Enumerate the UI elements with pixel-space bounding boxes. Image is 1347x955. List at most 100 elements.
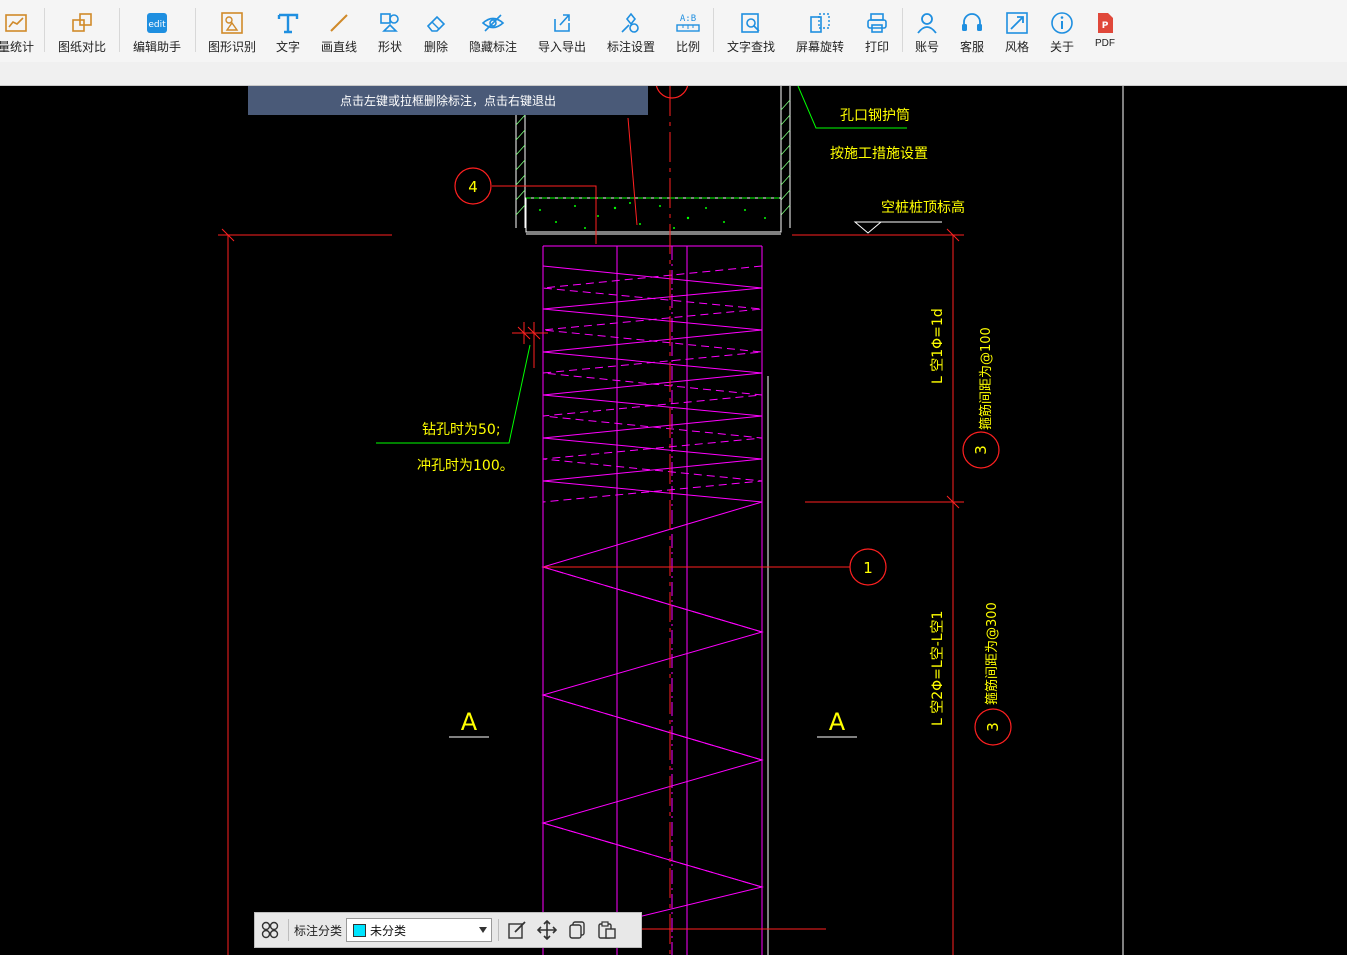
tb-about-button[interactable]: 关于 bbox=[1043, 0, 1081, 58]
drawing-canvas[interactable]: 4 1 3 3 孔口钢护筒 按施工措施设置 空桩桩顶标高 钻孔时为50; 冲孔时… bbox=[0, 86, 1347, 955]
tb-scale-button[interactable]: A:B 比例 bbox=[668, 0, 708, 58]
tb-delete-button[interactable]: 删除 bbox=[416, 0, 456, 58]
tb-text-button[interactable]: 文字 bbox=[268, 0, 308, 58]
drill-note-1: 钻孔时为50; bbox=[422, 422, 501, 438]
svg-text:A:B: A:B bbox=[680, 14, 696, 24]
tb-account-button[interactable]: 账号 bbox=[908, 0, 946, 58]
annotation-category-bar: 标注分类 未分类 bbox=[254, 912, 642, 948]
tb-edit-assistant-button[interactable]: edit 编辑助手 bbox=[126, 0, 188, 58]
tb-stats-button[interactable]: 量统计 bbox=[0, 0, 44, 58]
tb-rotate-button[interactable]: 屏幕旋转 bbox=[789, 0, 851, 58]
edit-assistant-icon: edit bbox=[144, 10, 170, 36]
svg-text:P: P bbox=[1102, 21, 1109, 31]
grid-icon bbox=[261, 921, 279, 939]
toolbar: 量统计 图纸对比 edit 编辑助手 图形识别 文字 画直线 形状 删除 隐藏标… bbox=[0, 0, 1347, 63]
toolbar-divider bbox=[119, 8, 120, 52]
move-icon bbox=[537, 920, 558, 940]
shape-icon bbox=[377, 10, 403, 36]
tb-style-label: 风格 bbox=[1004, 40, 1029, 54]
pdf-icon: P bbox=[1092, 10, 1118, 36]
tb-stats-label: 量统计 bbox=[0, 40, 34, 54]
drill-note-2: 冲孔时为100。 bbox=[417, 458, 514, 474]
tb-style-button[interactable]: 风格 bbox=[998, 0, 1036, 58]
rotate-icon bbox=[807, 10, 833, 36]
section-mark-right: A bbox=[829, 708, 846, 736]
toolbar-divider bbox=[713, 8, 714, 52]
tb-shape-button[interactable]: 形状 bbox=[370, 0, 410, 58]
grid-menu-button[interactable] bbox=[255, 915, 285, 945]
casing-note-label: 按施工措施设置 bbox=[830, 146, 928, 162]
stats-icon bbox=[3, 10, 29, 36]
tb-hide-annotation-button[interactable]: 隐藏标注 bbox=[462, 0, 524, 58]
tb-import-export-label: 导入导出 bbox=[537, 40, 586, 54]
casing-label: 孔口钢护筒 bbox=[840, 107, 910, 124]
pile-top-level-marker bbox=[218, 228, 964, 955]
tb-support-button[interactable]: 客服 bbox=[953, 0, 991, 58]
toolbar-divider bbox=[44, 8, 45, 52]
section-mark-left: A bbox=[461, 708, 478, 736]
toolbar-divider bbox=[902, 8, 903, 52]
category-dropdown[interactable]: 未分类 bbox=[346, 918, 493, 942]
stirrup-spacing-1-label: 箍筋间距为@100 bbox=[978, 327, 994, 430]
line-icon bbox=[326, 10, 352, 36]
callout-3a-text: 3 bbox=[972, 445, 990, 455]
length-2-label: L 空2Φ=L空-L空1 bbox=[930, 611, 946, 726]
category-color-swatch bbox=[353, 923, 367, 937]
copy-icon bbox=[569, 921, 585, 939]
length-1-label: L 空1Φ=1d bbox=[930, 308, 946, 384]
stirrup-spacing-2-label: 箍筋间距为@300 bbox=[984, 602, 1000, 705]
tb-rotate-label: 屏幕旋转 bbox=[795, 40, 844, 54]
tb-annotation-settings-label: 标注设置 bbox=[606, 40, 655, 54]
tb-about-label: 关于 bbox=[1049, 40, 1074, 54]
tb-text-label: 文字 bbox=[275, 40, 300, 54]
copy-annotation-button[interactable] bbox=[562, 915, 592, 945]
callout-3b-text: 3 bbox=[984, 722, 1002, 732]
tb-delete-label: 删除 bbox=[423, 40, 448, 54]
tb-edit-assistant-label: 编辑助手 bbox=[132, 40, 181, 54]
eye-hide-icon bbox=[480, 10, 506, 36]
tb-pdf-label: PDF bbox=[1095, 38, 1115, 49]
tb-print-label: 打印 bbox=[864, 40, 889, 54]
print-icon bbox=[864, 10, 890, 36]
text-search-icon bbox=[738, 10, 764, 36]
tb-support-label: 客服 bbox=[959, 40, 984, 54]
tb-import-export-button[interactable]: 导入导出 bbox=[531, 0, 593, 58]
tb-line-label: 画直线 bbox=[320, 40, 357, 54]
tb-shape-label: 形状 bbox=[377, 40, 402, 54]
tb-compare-button[interactable]: 图纸对比 bbox=[52, 0, 112, 58]
callout-1-text: 1 bbox=[863, 559, 873, 577]
callout-bubble-top bbox=[655, 86, 689, 99]
compare-icon bbox=[69, 10, 95, 36]
leader-lines bbox=[376, 86, 907, 930]
tb-text-search-button[interactable]: 文字查找 bbox=[720, 0, 782, 58]
toolbar-divider bbox=[195, 8, 196, 52]
edit-icon bbox=[508, 921, 526, 939]
headset-icon bbox=[959, 10, 985, 36]
paste-annotation-button[interactable] bbox=[592, 915, 622, 945]
move-annotation-button[interactable] bbox=[532, 915, 562, 945]
import-export-icon bbox=[549, 10, 575, 36]
tb-shape-recognize-button[interactable]: 图形识别 bbox=[202, 0, 262, 58]
tb-annotation-settings-button[interactable]: 标注设置 bbox=[600, 0, 662, 58]
callout-4-text: 4 bbox=[468, 178, 478, 196]
style-icon bbox=[1004, 10, 1030, 36]
tb-print-button[interactable]: 打印 bbox=[858, 0, 896, 58]
hint-banner: 点击左键或拉框删除标注，点击右键退出 bbox=[248, 86, 648, 115]
pile-cap-block bbox=[525, 197, 782, 235]
chevron-down-icon bbox=[479, 927, 488, 933]
tb-account-label: 账号 bbox=[914, 40, 939, 54]
edit-annotation-button[interactable] bbox=[502, 915, 532, 945]
text-icon bbox=[275, 10, 301, 36]
eraser-icon bbox=[423, 10, 449, 36]
pile-reinforcement-cage bbox=[541, 245, 764, 955]
tb-text-search-label: 文字查找 bbox=[726, 40, 775, 54]
shape-recognize-icon bbox=[219, 10, 245, 36]
tb-pdf-button[interactable]: P PDF bbox=[1086, 0, 1124, 58]
tb-hide-annotation-label: 隐藏标注 bbox=[468, 40, 517, 54]
tb-scale-label: 比例 bbox=[675, 40, 700, 54]
toolbar-secondary-strip bbox=[0, 62, 1347, 86]
scale-icon: A:B bbox=[675, 10, 701, 36]
tb-line-button[interactable]: 画直线 bbox=[315, 0, 363, 58]
bar-divider bbox=[498, 919, 500, 941]
svg-text:edit: edit bbox=[148, 20, 166, 30]
